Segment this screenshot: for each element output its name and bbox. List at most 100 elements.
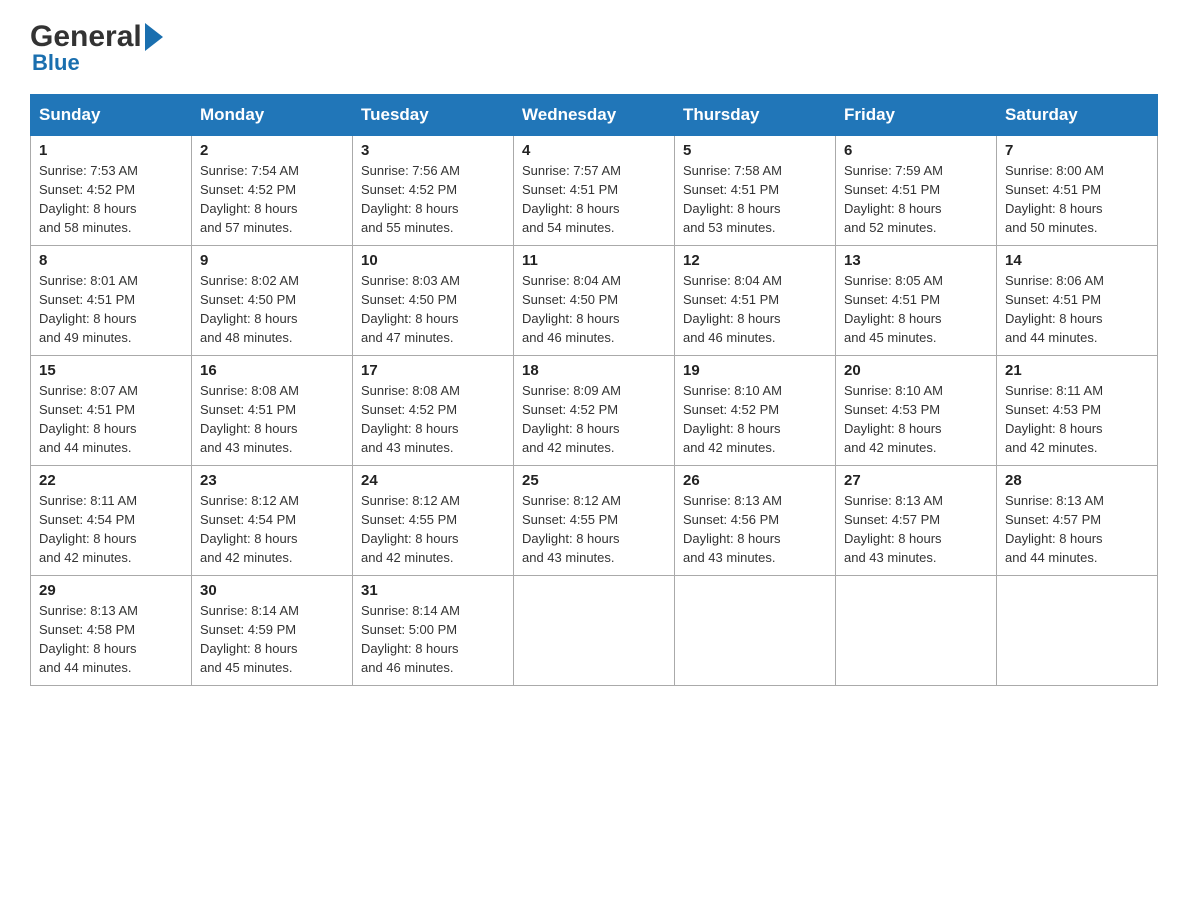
calendar-cell: 2Sunrise: 7:54 AMSunset: 4:52 PMDaylight…	[192, 136, 353, 246]
header-monday: Monday	[192, 95, 353, 136]
calendar-cell: 5 Sunrise: 7:58 AMSunset: 4:51 PMDaylight…	[675, 136, 836, 246]
calendar-cell	[997, 576, 1158, 686]
calendar-cell: 23 Sunrise: 8:12 AMSunset: 4:54 PMDayligh…	[192, 466, 353, 576]
day-number: 28	[1005, 472, 1149, 489]
day-number: 17	[361, 362, 505, 379]
day-info: Sunrise: 8:12 AMSunset: 4:55 PMDaylight:…	[361, 492, 505, 567]
calendar-week-2: 8 Sunrise: 8:01 AMSunset: 4:51 PMDaylight…	[31, 246, 1158, 356]
header-friday: Friday	[836, 95, 997, 136]
calendar-cell	[514, 576, 675, 686]
day-number: 31	[361, 582, 505, 599]
day-info: Sunrise: 8:14 AMSunset: 4:59 PMDaylight:…	[200, 602, 344, 677]
day-number: 12	[683, 252, 827, 269]
day-number: 13	[844, 252, 988, 269]
calendar-cell: 7 Sunrise: 8:00 AMSunset: 4:51 PMDaylight…	[997, 136, 1158, 246]
day-number: 7	[1005, 142, 1149, 159]
calendar-week-1: 1 Sunrise: 7:53 AMSunset: 4:52 PMDaylight…	[31, 136, 1158, 246]
day-number: 23	[200, 472, 344, 489]
day-number: 16	[200, 362, 344, 379]
calendar-cell: 12 Sunrise: 8:04 AMSunset: 4:51 PMDayligh…	[675, 246, 836, 356]
calendar-cell	[675, 576, 836, 686]
calendar-header-row: SundayMondayTuesdayWednesdayThursdayFrid…	[31, 95, 1158, 136]
day-number: 19	[683, 362, 827, 379]
day-number: 5	[683, 142, 827, 159]
logo-general-text: General	[30, 20, 142, 54]
calendar-week-3: 15 Sunrise: 8:07 AMSunset: 4:51 PMDayligh…	[31, 356, 1158, 466]
day-info: Sunrise: 8:08 AMSunset: 4:51 PMDaylight:…	[200, 382, 344, 457]
calendar-cell: 11Sunrise: 8:04 AMSunset: 4:50 PMDayligh…	[514, 246, 675, 356]
day-info: Sunrise: 8:03 AMSunset: 4:50 PMDaylight:…	[361, 272, 505, 347]
day-number: 8	[39, 252, 183, 269]
day-info: Sunrise: 7:56 AMSunset: 4:52 PMDaylight:…	[361, 162, 505, 237]
calendar-cell: 17 Sunrise: 8:08 AMSunset: 4:52 PMDayligh…	[353, 356, 514, 466]
calendar-cell: 30Sunrise: 8:14 AMSunset: 4:59 PMDayligh…	[192, 576, 353, 686]
calendar-cell: 27Sunrise: 8:13 AMSunset: 4:57 PMDayligh…	[836, 466, 997, 576]
calendar-cell	[836, 576, 997, 686]
day-info: Sunrise: 7:59 AMSunset: 4:51 PMDaylight:…	[844, 162, 988, 237]
calendar-cell: 10 Sunrise: 8:03 AMSunset: 4:50 PMDayligh…	[353, 246, 514, 356]
calendar-week-5: 29 Sunrise: 8:13 AMSunset: 4:58 PMDayligh…	[31, 576, 1158, 686]
calendar-cell: 22 Sunrise: 8:11 AMSunset: 4:54 PMDayligh…	[31, 466, 192, 576]
calendar-cell: 13Sunrise: 8:05 AMSunset: 4:51 PMDayligh…	[836, 246, 997, 356]
day-info: Sunrise: 8:02 AMSunset: 4:50 PMDaylight:…	[200, 272, 344, 347]
calendar-cell: 16 Sunrise: 8:08 AMSunset: 4:51 PMDayligh…	[192, 356, 353, 466]
calendar-table: SundayMondayTuesdayWednesdayThursdayFrid…	[30, 94, 1158, 686]
day-number: 10	[361, 252, 505, 269]
day-info: Sunrise: 7:53 AMSunset: 4:52 PMDaylight:…	[39, 162, 183, 237]
day-number: 24	[361, 472, 505, 489]
header-wednesday: Wednesday	[514, 95, 675, 136]
calendar-cell: 24 Sunrise: 8:12 AMSunset: 4:55 PMDayligh…	[353, 466, 514, 576]
day-info: Sunrise: 7:57 AMSunset: 4:51 PMDaylight:…	[522, 162, 666, 237]
day-info: Sunrise: 8:01 AMSunset: 4:51 PMDaylight:…	[39, 272, 183, 347]
day-number: 29	[39, 582, 183, 599]
day-info: Sunrise: 8:04 AMSunset: 4:51 PMDaylight:…	[683, 272, 827, 347]
day-info: Sunrise: 8:09 AMSunset: 4:52 PMDaylight:…	[522, 382, 666, 457]
day-number: 20	[844, 362, 988, 379]
day-info: Sunrise: 8:10 AMSunset: 4:53 PMDaylight:…	[844, 382, 988, 457]
calendar-cell: 21 Sunrise: 8:11 AMSunset: 4:53 PMDayligh…	[997, 356, 1158, 466]
day-info: Sunrise: 8:08 AMSunset: 4:52 PMDaylight:…	[361, 382, 505, 457]
day-number: 14	[1005, 252, 1149, 269]
day-info: Sunrise: 8:12 AMSunset: 4:55 PMDaylight:…	[522, 492, 666, 567]
day-number: 15	[39, 362, 183, 379]
day-number: 6	[844, 142, 988, 159]
calendar-cell: 19 Sunrise: 8:10 AMSunset: 4:52 PMDayligh…	[675, 356, 836, 466]
day-info: Sunrise: 7:58 AMSunset: 4:51 PMDaylight:…	[683, 162, 827, 237]
calendar-cell: 26 Sunrise: 8:13 AMSunset: 4:56 PMDayligh…	[675, 466, 836, 576]
logo: General Blue	[30, 20, 163, 76]
day-info: Sunrise: 8:12 AMSunset: 4:54 PMDaylight:…	[200, 492, 344, 567]
calendar-week-4: 22 Sunrise: 8:11 AMSunset: 4:54 PMDayligh…	[31, 466, 1158, 576]
calendar-cell: 1 Sunrise: 7:53 AMSunset: 4:52 PMDaylight…	[31, 136, 192, 246]
calendar-cell: 20 Sunrise: 8:10 AMSunset: 4:53 PMDayligh…	[836, 356, 997, 466]
day-number: 25	[522, 472, 666, 489]
day-info: Sunrise: 8:04 AMSunset: 4:50 PMDaylight:…	[522, 272, 666, 347]
day-info: Sunrise: 8:07 AMSunset: 4:51 PMDaylight:…	[39, 382, 183, 457]
day-info: Sunrise: 8:10 AMSunset: 4:52 PMDaylight:…	[683, 382, 827, 457]
day-info: Sunrise: 8:11 AMSunset: 4:54 PMDaylight:…	[39, 492, 183, 567]
header-saturday: Saturday	[997, 95, 1158, 136]
day-info: Sunrise: 8:13 AMSunset: 4:58 PMDaylight:…	[39, 602, 183, 677]
day-info: Sunrise: 8:00 AMSunset: 4:51 PMDaylight:…	[1005, 162, 1149, 237]
calendar-cell: 9 Sunrise: 8:02 AMSunset: 4:50 PMDaylight…	[192, 246, 353, 356]
day-number: 1	[39, 142, 183, 159]
day-number: 21	[1005, 362, 1149, 379]
calendar-cell: 15 Sunrise: 8:07 AMSunset: 4:51 PMDayligh…	[31, 356, 192, 466]
logo-blue-text: Blue	[32, 50, 80, 76]
day-number: 4	[522, 142, 666, 159]
day-number: 9	[200, 252, 344, 269]
day-info: Sunrise: 8:13 AMSunset: 4:56 PMDaylight:…	[683, 492, 827, 567]
day-number: 27	[844, 472, 988, 489]
day-info: Sunrise: 8:13 AMSunset: 4:57 PMDaylight:…	[1005, 492, 1149, 567]
day-info: Sunrise: 7:54 AMSunset: 4:52 PMDaylight:…	[200, 162, 344, 237]
day-info: Sunrise: 8:14 AMSunset: 5:00 PMDaylight:…	[361, 602, 505, 677]
header-sunday: Sunday	[31, 95, 192, 136]
day-info: Sunrise: 8:06 AMSunset: 4:51 PMDaylight:…	[1005, 272, 1149, 347]
day-number: 22	[39, 472, 183, 489]
calendar-cell: 8 Sunrise: 8:01 AMSunset: 4:51 PMDaylight…	[31, 246, 192, 356]
calendar-cell: 31 Sunrise: 8:14 AMSunset: 5:00 PMDayligh…	[353, 576, 514, 686]
calendar-cell: 28 Sunrise: 8:13 AMSunset: 4:57 PMDayligh…	[997, 466, 1158, 576]
calendar-cell: 6 Sunrise: 7:59 AMSunset: 4:51 PMDaylight…	[836, 136, 997, 246]
day-number: 3	[361, 142, 505, 159]
day-info: Sunrise: 8:11 AMSunset: 4:53 PMDaylight:…	[1005, 382, 1149, 457]
day-number: 26	[683, 472, 827, 489]
